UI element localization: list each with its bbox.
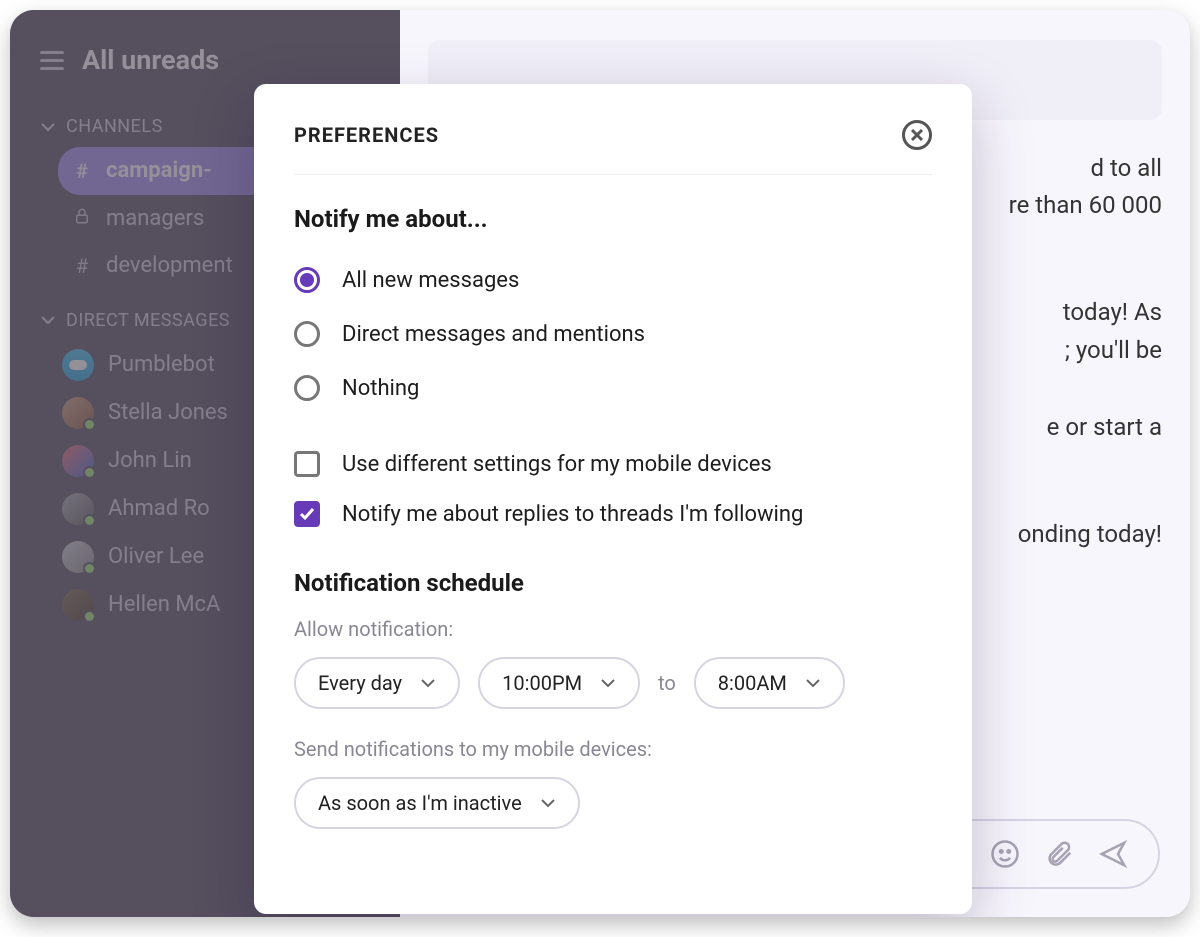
dm-label: Pumblebot bbox=[108, 352, 215, 377]
sidebar-title: All unreads bbox=[82, 44, 219, 76]
chevron-down-icon bbox=[40, 312, 56, 328]
close-button[interactable] bbox=[902, 120, 932, 150]
send-icon[interactable] bbox=[1098, 839, 1128, 869]
chevron-down-icon bbox=[805, 675, 821, 691]
chevron-down-icon bbox=[40, 119, 56, 135]
hash-icon: # bbox=[72, 159, 92, 184]
dm-label: John Lin bbox=[108, 448, 192, 473]
presence-indicator bbox=[83, 562, 96, 575]
frequency-select[interactable]: Every day bbox=[294, 657, 460, 709]
radio-all-messages[interactable]: All new messages bbox=[294, 253, 932, 307]
app-window: All unreads CHANNELS # campaign- manager… bbox=[10, 10, 1190, 917]
preferences-modal: PREFERENCES Notify me about... All new m… bbox=[254, 84, 972, 914]
modal-title: PREFERENCES bbox=[294, 123, 439, 147]
menu-icon[interactable] bbox=[40, 51, 64, 70]
notify-heading: Notify me about... bbox=[294, 205, 932, 233]
dm-label: Ahmad Ro bbox=[108, 496, 210, 521]
dms-label: DIRECT MESSAGES bbox=[66, 310, 230, 331]
checkbox-indicator bbox=[294, 451, 320, 477]
avatar bbox=[62, 541, 94, 573]
channel-label: development bbox=[106, 252, 233, 280]
hash-icon: # bbox=[72, 254, 92, 279]
dm-label: Stella Jones bbox=[108, 400, 228, 425]
chevron-down-icon bbox=[540, 795, 556, 811]
mobile-send-select[interactable]: As soon as I'm inactive bbox=[294, 777, 580, 829]
attachment-icon[interactable] bbox=[1044, 839, 1074, 869]
radio-label: Nothing bbox=[342, 376, 419, 401]
checkbox-thread-replies[interactable]: Notify me about replies to threads I'm f… bbox=[294, 489, 932, 539]
emoji-icon[interactable] bbox=[990, 839, 1020, 869]
radio-indicator bbox=[294, 267, 320, 293]
radio-label: Direct messages and mentions bbox=[342, 322, 645, 347]
allow-label: Allow notification: bbox=[294, 617, 932, 641]
to-label: to bbox=[658, 671, 676, 695]
radio-label: All new messages bbox=[342, 268, 519, 293]
avatar bbox=[62, 589, 94, 621]
presence-indicator bbox=[83, 514, 96, 527]
dm-label: Oliver Lee bbox=[108, 544, 204, 569]
radio-indicator bbox=[294, 321, 320, 347]
checkbox-mobile-settings[interactable]: Use different settings for my mobile dev… bbox=[294, 439, 932, 489]
time-from-select[interactable]: 10:00PM bbox=[478, 657, 640, 709]
channels-label: CHANNELS bbox=[66, 116, 163, 137]
presence-indicator bbox=[83, 418, 96, 431]
checkbox-label: Notify me about replies to threads I'm f… bbox=[342, 502, 803, 527]
radio-direct-mentions[interactable]: Direct messages and mentions bbox=[294, 307, 932, 361]
select-value: 10:00PM bbox=[502, 671, 582, 695]
channel-label: managers bbox=[106, 205, 204, 233]
avatar bbox=[62, 493, 94, 525]
chevron-down-icon bbox=[600, 675, 616, 691]
presence-indicator bbox=[83, 466, 96, 479]
select-value: As soon as I'm inactive bbox=[318, 791, 522, 815]
avatar bbox=[62, 349, 94, 381]
radio-nothing[interactable]: Nothing bbox=[294, 361, 932, 415]
chevron-down-icon bbox=[420, 675, 436, 691]
lock-icon bbox=[72, 207, 92, 225]
select-value: 8:00AM bbox=[718, 671, 787, 695]
presence-indicator bbox=[83, 610, 96, 623]
channel-label: campaign- bbox=[106, 157, 212, 185]
checkbox-label: Use different settings for my mobile dev… bbox=[342, 452, 772, 477]
avatar bbox=[62, 445, 94, 477]
select-value: Every day bbox=[318, 671, 402, 695]
dm-label: Hellen McA bbox=[108, 592, 220, 617]
mobile-send-label: Send notifications to my mobile devices: bbox=[294, 737, 932, 761]
schedule-heading: Notification schedule bbox=[294, 569, 932, 597]
radio-indicator bbox=[294, 375, 320, 401]
avatar bbox=[62, 397, 94, 429]
time-to-select[interactable]: 8:00AM bbox=[694, 657, 845, 709]
close-icon bbox=[910, 128, 924, 142]
checkbox-indicator bbox=[294, 501, 320, 527]
